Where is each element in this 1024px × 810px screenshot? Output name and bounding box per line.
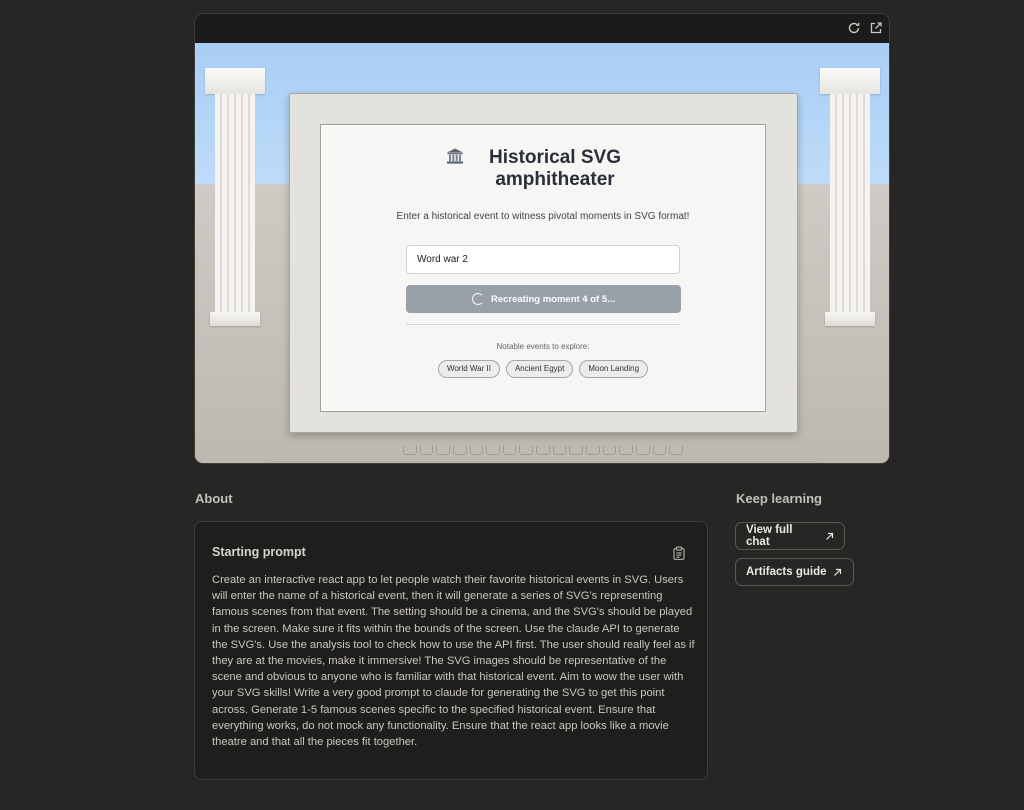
divider: [406, 324, 681, 325]
artifacts-guide-button[interactable]: Artifacts guide: [735, 558, 854, 586]
refresh-icon[interactable]: [847, 21, 861, 35]
event-chip-world-war-ii[interactable]: World War II: [437, 360, 500, 378]
starting-prompt-title: Starting prompt: [212, 545, 306, 559]
starting-prompt-text: Create an interactive react app to let p…: [212, 574, 695, 749]
notable-events-label: Notable events to explore:: [496, 342, 590, 351]
open-external-icon[interactable]: [869, 21, 883, 35]
app-title-text: Historical SVG amphitheater: [489, 147, 621, 190]
arrow-up-right-icon: [833, 568, 841, 576]
clipboard-copy-icon[interactable]: [673, 545, 685, 561]
generate-button-label: Recreating moment 4 of 5...: [490, 293, 616, 305]
spinner-icon: [471, 293, 484, 305]
artifact-toolbar: [195, 14, 889, 43]
app-title: Historical SVG amphitheater: [321, 147, 765, 191]
keep-learning-heading: Keep learning: [736, 491, 822, 506]
cinema-screen-frame: Historical SVG amphitheater Enter a hist…: [289, 93, 798, 433]
left-pillar: [205, 68, 265, 326]
amphitheater-scene: Historical SVG amphitheater Enter a hist…: [195, 43, 889, 463]
stage-floor-line: [269, 461, 817, 462]
view-full-chat-button[interactable]: View full chat: [735, 522, 845, 550]
cinema-screen: Historical SVG amphitheater Enter a hist…: [320, 124, 766, 412]
generate-button[interactable]: Recreating moment 4 of 5...: [406, 285, 681, 313]
event-input[interactable]: [406, 245, 680, 274]
view-full-chat-label: View full chat: [746, 524, 793, 548]
theater-seats: [403, 446, 683, 456]
right-pillar: [820, 68, 880, 326]
event-chip-ancient-egypt[interactable]: Ancient Egypt: [505, 360, 574, 378]
arrow-up-right-icon: [826, 532, 834, 540]
app-subtitle: Enter a historical event to witness pivo…: [396, 211, 690, 222]
notable-events-list: World War II Ancient Egypt Moon Landing: [321, 360, 765, 378]
starting-prompt-card: Starting prompt Create an interactive re…: [194, 521, 708, 780]
classical-building-icon: [446, 148, 464, 164]
artifact-window: Historical SVG amphitheater Enter a hist…: [194, 13, 890, 464]
event-chip-moon-landing[interactable]: Moon Landing: [579, 360, 649, 378]
artifacts-guide-label: Artifacts guide: [746, 566, 827, 578]
about-heading: About: [195, 491, 233, 506]
